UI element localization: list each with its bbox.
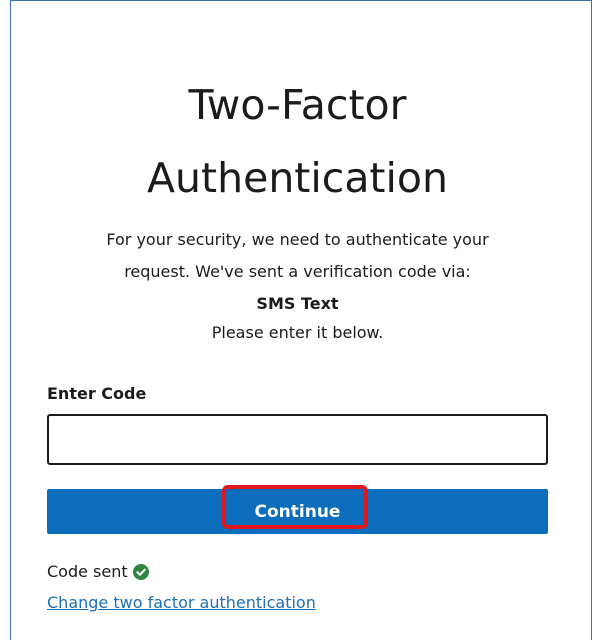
code-input[interactable]: [47, 414, 548, 465]
code-sent-text: Code sent: [47, 562, 128, 581]
page-title-line2: Authentication: [147, 154, 448, 202]
code-field-label: Enter Code: [47, 384, 147, 403]
verification-method: SMS Text: [256, 294, 339, 313]
description-line4: Please enter it below.: [211, 323, 384, 342]
change-2fa-link[interactable]: Change two factor authentication: [47, 595, 316, 611]
description-line2: request. We've sent a verification code …: [124, 262, 471, 281]
continue-button[interactable]: Continue: [47, 489, 548, 534]
page-title-line1: Two-Factor: [188, 81, 407, 129]
description-line1: For your security, we need to authentica…: [106, 230, 489, 249]
code-sent-status: Code sent: [47, 564, 149, 580]
check-circle-icon: [132, 564, 149, 580]
